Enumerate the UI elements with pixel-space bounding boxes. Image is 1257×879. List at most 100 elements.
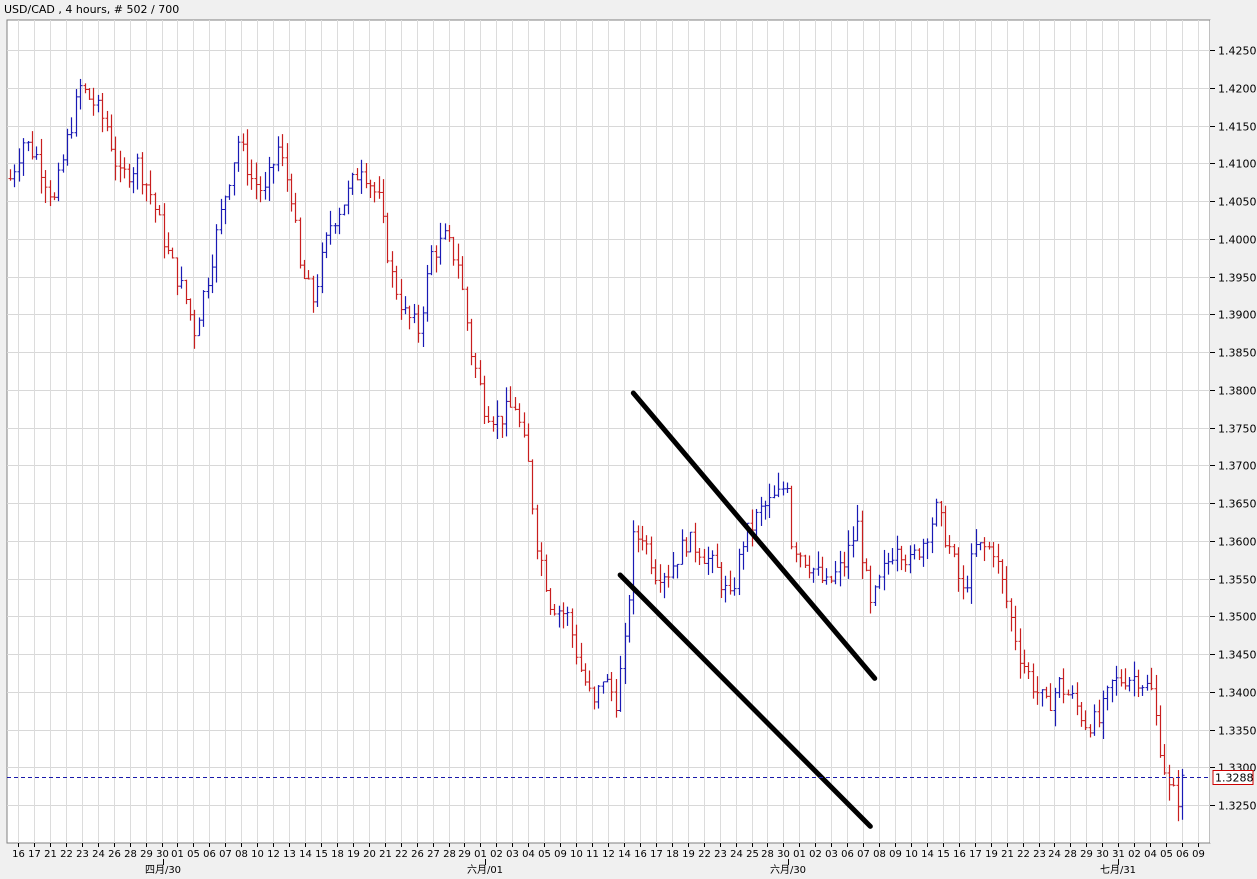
y-tick-label: 1.3250 (1218, 800, 1257, 813)
x-tick-label: 15 (937, 849, 950, 860)
y-tick-label: 1.3900 (1218, 309, 1257, 322)
y-tick-label: 1.3800 (1218, 385, 1257, 398)
x-tick-label: 26 (411, 849, 424, 860)
x-tick-label: 14 (618, 849, 631, 860)
x-tick-label: 01 (793, 849, 806, 860)
x-tick-label: 01 (171, 849, 184, 860)
x-tick-label: 01 (474, 849, 487, 860)
y-tick-label: 1.4150 (1218, 121, 1257, 134)
x-tick-label: 21 (1001, 849, 1014, 860)
x-tick-label: 13 (283, 849, 296, 860)
current-price-label: 1.3288 (1212, 770, 1254, 785)
x-tick-label: 20 (363, 849, 376, 860)
x-tick-label: 06 (203, 849, 216, 860)
x-tick-label: 04 (1144, 849, 1157, 860)
x-tick-label: 17 (28, 849, 41, 860)
x-tick-label: 12 (602, 849, 615, 860)
x-month-label: 六月/30 (770, 864, 806, 876)
x-tick-label: 31 (1112, 849, 1125, 860)
x-month-label: 四月/30 (145, 864, 181, 876)
x-tick-label: 22 (698, 849, 711, 860)
y-tick-label: 1.3950 (1218, 272, 1257, 285)
y-tick-label: 1.3700 (1218, 460, 1257, 473)
x-tick-label: 30 (777, 849, 790, 860)
x-tick-label: 19 (682, 849, 695, 860)
y-tick-label: 1.3450 (1218, 649, 1257, 662)
x-tick-label: 03 (506, 849, 519, 860)
x-tick-label: 16 (12, 849, 25, 860)
y-tick-label: 1.3500 (1218, 611, 1257, 624)
x-tick-label: 09 (1192, 849, 1205, 860)
y-tick-label: 1.4100 (1218, 158, 1257, 171)
x-tick-label: 02 (490, 849, 503, 860)
x-tick-label: 05 (187, 849, 200, 860)
x-tick-label: 17 (969, 849, 982, 860)
x-tick-label: 23 (76, 849, 89, 860)
x-tick-label: 29 (1080, 849, 1093, 860)
x-tick-label: 05 (538, 849, 551, 860)
x-tick-label: 02 (809, 849, 822, 860)
x-tick-label: 17 (650, 849, 663, 860)
x-tick-label: 10 (570, 849, 583, 860)
x-tick-label: 23 (1033, 849, 1046, 860)
x-tick-label: 24 (730, 849, 743, 860)
x-tick-label: 29 (140, 849, 153, 860)
x-tick-label: 21 (44, 849, 57, 860)
x-tick-label: 18 (666, 849, 679, 860)
chart-window: 1.4250 1.4200 1.4150 1.4100 1.4050 1.4000 1.39… (0, 0, 1257, 879)
x-tick-label: 19 (985, 849, 998, 860)
x-tick-label: 28 (761, 849, 774, 860)
x-tick-label: 22 (60, 849, 73, 860)
x-month-label: 七月/31 (1100, 864, 1136, 876)
x-tick-label: 19 (347, 849, 360, 860)
x-tick-label: 09 (554, 849, 567, 860)
x-tick-label: 28 (1064, 849, 1077, 860)
y-tick-label: 1.4200 (1218, 83, 1257, 96)
x-tick-label: 27 (427, 849, 440, 860)
y-tick-label: 1.4050 (1218, 196, 1257, 209)
x-tick-label: 28 (443, 849, 456, 860)
x-tick-label: 28 (124, 849, 137, 860)
x-tick-label: 16 (634, 849, 647, 860)
x-tick-label: 06 (1176, 849, 1189, 860)
x-tick-label: 30 (156, 849, 169, 860)
x-tick-label: 10 (251, 849, 264, 860)
x-tick-label: 24 (92, 849, 105, 860)
x-tick-label: 21 (379, 849, 392, 860)
chart-svg: 1.4250 1.4200 1.4150 1.4100 1.4050 1.4000 1.39… (0, 0, 1257, 879)
x-tick-label: 06 (841, 849, 854, 860)
y-tick-label: 1.4000 (1218, 234, 1257, 247)
x-tick-label: 02 (1128, 849, 1141, 860)
chart-title: USD/CAD , 4 hours, # 502 / 700 (4, 3, 179, 16)
x-tick-label: 05 (1160, 849, 1173, 860)
y-tick-label: 1.3400 (1218, 687, 1257, 700)
x-tick-label: 14 (921, 849, 934, 860)
x-tick-label: 24 (1048, 849, 1061, 860)
x-tick-label: 04 (522, 849, 535, 860)
x-tick-label: 22 (395, 849, 408, 860)
x-tick-label: 08 (873, 849, 886, 860)
y-tick-label: 1.4250 (1218, 45, 1257, 58)
x-tick-label: 08 (235, 849, 248, 860)
x-tick-label: 11 (586, 849, 599, 860)
x-tick-label: 25 (746, 849, 759, 860)
y-tick-label: 1.3650 (1218, 498, 1257, 511)
x-tick-label: 16 (953, 849, 966, 860)
y-tick-label: 1.3550 (1218, 574, 1257, 587)
x-tick-label: 09 (889, 849, 902, 860)
x-tick-label: 15 (315, 849, 328, 860)
y-tick-label: 1.3850 (1218, 347, 1257, 360)
y-tick-label: 1.3350 (1218, 725, 1257, 738)
x-tick-label: 23 (714, 849, 727, 860)
x-tick-label: 26 (108, 849, 121, 860)
x-tick-label: 18 (331, 849, 344, 860)
x-tick-label: 14 (299, 849, 312, 860)
y-tick-label: 1.3600 (1218, 536, 1257, 549)
x-tick-label: 07 (219, 849, 232, 860)
x-tick-label: 03 (825, 849, 838, 860)
x-tick-label: 07 (857, 849, 870, 860)
x-tick-label: 30 (1096, 849, 1109, 860)
current-price-value: 1.3288 (1215, 772, 1254, 785)
x-tick-label: 22 (1017, 849, 1030, 860)
x-tick-label: 12 (267, 849, 280, 860)
